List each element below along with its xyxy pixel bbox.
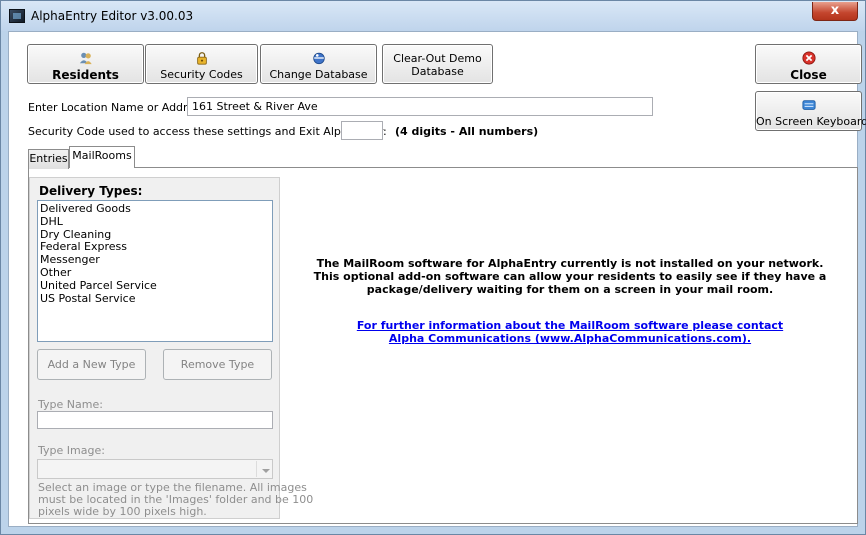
clear-out-label-line2: Database: [411, 65, 464, 78]
info-line-3: package/delivery waiting for them on a s…: [366, 283, 774, 296]
security-code-label: Security Code used to access these setti…: [28, 125, 387, 138]
type-name-label: Type Name:: [38, 398, 103, 411]
residents-button[interactable]: Residents: [27, 44, 144, 84]
delivery-types-list[interactable]: Delivered Goods DHL Dry Cleaning Federal…: [37, 200, 273, 342]
keyboard-label: On Screen Keyboard: [756, 115, 866, 128]
add-new-type-button[interactable]: Add a New Type: [37, 349, 146, 380]
window-title: AlphaEntry Editor v3.00.03: [31, 9, 194, 23]
list-item[interactable]: United Parcel Service: [38, 279, 272, 293]
clear-out-demo-database-button[interactable]: Clear-Out Demo Database: [382, 44, 493, 84]
type-image-help-line3: pixels wide by 100 pixels high.: [38, 505, 207, 518]
change-database-button[interactable]: Change Database: [260, 44, 377, 84]
security-code-input[interactable]: [341, 121, 383, 140]
app-icon: [9, 9, 25, 23]
security-code-hint: (4 digits - All numbers): [395, 125, 539, 138]
list-item[interactable]: Delivered Goods: [38, 202, 272, 216]
security-codes-label: Security Codes: [160, 68, 243, 81]
list-item[interactable]: Other: [38, 266, 272, 280]
info-link-line-2[interactable]: Alpha Communications (www.AlphaCommunica…: [290, 332, 850, 345]
type-name-input[interactable]: [37, 411, 273, 429]
security-codes-button[interactable]: Security Codes: [145, 44, 258, 84]
type-image-label: Type Image:: [38, 444, 105, 457]
info-line-2: This optional add-on software can allow …: [313, 270, 827, 283]
delivery-types-title: Delivery Types:: [39, 184, 143, 198]
location-label: Enter Location Name or Address:: [28, 101, 210, 114]
tab-mailrooms[interactable]: MailRooms: [69, 146, 135, 168]
lock-icon: [196, 52, 207, 65]
close-label: Close: [790, 68, 827, 82]
info-link-line-1[interactable]: For further information about the MailRo…: [290, 319, 850, 332]
chevron-down-icon[interactable]: [256, 461, 272, 477]
keyboard-icon: [801, 100, 816, 110]
tab-entries[interactable]: Entries: [28, 149, 69, 169]
list-item[interactable]: Messenger: [38, 253, 272, 267]
close-circle-icon: [801, 51, 816, 65]
info-line-1: The MailRoom software for AlphaEntry cur…: [316, 257, 824, 270]
type-image-combobox[interactable]: [37, 459, 273, 479]
database-icon: [312, 52, 325, 65]
mailroom-info-text: The MailRoom software for AlphaEntry cur…: [290, 257, 850, 296]
window-close-button[interactable]: x: [812, 2, 858, 21]
list-item[interactable]: US Postal Service: [38, 292, 272, 306]
people-icon: [79, 52, 92, 65]
mailroom-info-link[interactable]: For further information about the MailRo…: [290, 319, 850, 345]
residents-label: Residents: [52, 68, 119, 82]
on-screen-keyboard-button[interactable]: On Screen Keyboard: [755, 91, 866, 131]
remove-type-button[interactable]: Remove Type: [163, 349, 272, 380]
clear-out-label-line1: Clear-Out Demo: [393, 52, 482, 65]
title-bar[interactable]: AlphaEntry Editor v3.00.03 x: [1, 1, 865, 31]
change-database-label: Change Database: [269, 68, 368, 81]
list-item[interactable]: DHL: [38, 215, 272, 229]
close-button[interactable]: Close: [755, 44, 862, 84]
location-input[interactable]: [187, 97, 653, 116]
